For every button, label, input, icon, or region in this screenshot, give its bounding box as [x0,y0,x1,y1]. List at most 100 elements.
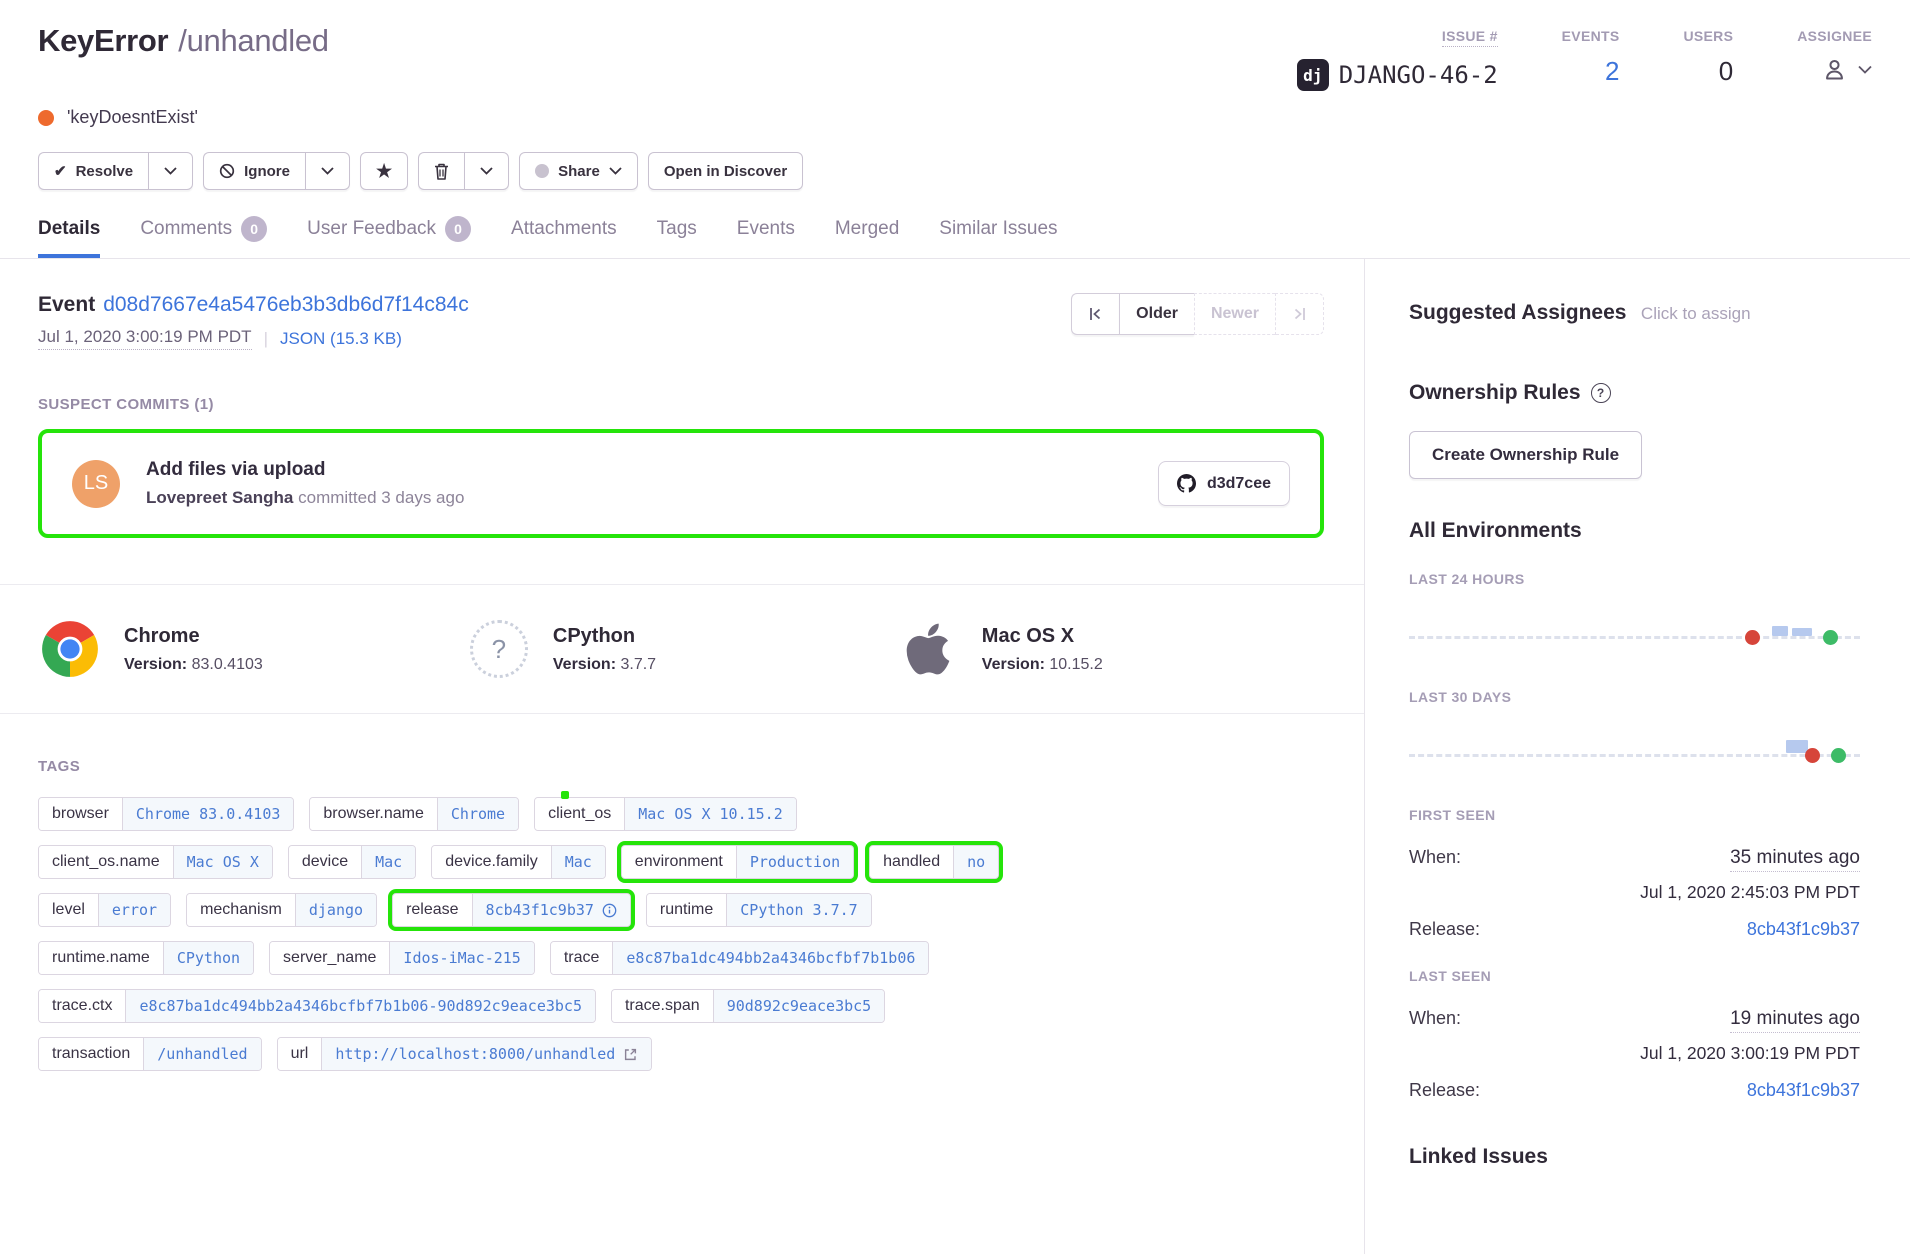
users-count[interactable]: 0 [1719,56,1733,87]
tag-key[interactable]: handled [870,846,953,878]
tag-key[interactable]: mechanism [187,894,295,926]
tag-key[interactable]: browser [39,798,122,830]
oldest-event-button[interactable] [1071,293,1119,335]
tag-key[interactable]: runtime [647,894,726,926]
star-icon: ★ [376,162,392,180]
os-name: Mac OS X [982,625,1103,648]
tag-value[interactable]: Chrome [437,798,518,830]
share-button[interactable]: Share [519,152,638,190]
first-seen-release-link[interactable]: 8cb43f1c9b37 [1747,919,1860,940]
tag-value[interactable]: e8c87ba1dc494bb2a4346bcfbf7b1b06-90d892c… [125,990,595,1022]
tag-device-family: device.familyMac [431,845,606,879]
tag-value[interactable]: /unhandled [143,1038,260,1070]
tab-events[interactable]: Events [737,216,795,258]
event-json-link[interactable]: JSON (15.3 KB) [280,329,402,349]
linked-issues-heading: Linked Issues [1409,1145,1860,1169]
browser-name: Chrome [124,625,263,648]
tag-value[interactable]: 8cb43f1c9b37 [472,894,630,926]
tag-value[interactable]: Chrome 83.0.4103 [122,798,294,830]
tab-details[interactable]: Details [38,216,100,258]
last-24-hours-sparkline [1409,587,1860,661]
stat-assignee: ASSIGNEE [1797,28,1872,91]
tag-value[interactable]: django [295,894,376,926]
tag-value[interactable]: CPython [163,942,253,974]
suggested-assignees-heading: Suggested Assignees [1409,301,1626,324]
tag-key[interactable]: server_name [270,942,389,974]
issue-header: KeyError/unhandled ISSUE # dj DJANGO-46-… [0,0,1910,259]
issue-sidebar: Suggested Assignees Click to assign Owne… [1365,259,1910,1254]
tag-key[interactable]: browser.name [310,798,437,830]
tag-key[interactable]: level [39,894,98,926]
tag-value[interactable]: http://localhost:8000/unhandled [321,1038,651,1070]
open-in-discover-button[interactable]: Open in Discover [648,152,803,190]
first-seen-relative-time: 35 minutes ago [1730,847,1860,872]
tag-value[interactable]: 90d892c9eace3bc5 [713,990,885,1022]
tag-url: urlhttp://localhost:8000/unhandled [277,1037,653,1071]
resolve-dropdown-button[interactable] [148,152,193,190]
resolve-button[interactable]: ✔ Resolve [38,152,148,190]
create-ownership-rule-button[interactable]: Create Ownership Rule [1409,431,1642,479]
last-24-hours-label: LAST 24 HOURS [1409,571,1860,587]
tag-value[interactable]: Mac OS X [173,846,272,878]
event-id-link[interactable]: d08d7667e4a5476eb3b3db6d7f14c84c [103,293,469,316]
tag-key[interactable]: url [278,1038,322,1070]
bookmark-button[interactable]: ★ [360,152,408,190]
older-event-button[interactable]: Older [1119,293,1194,335]
tag-value[interactable]: Mac OS X 10.15.2 [624,798,796,830]
tab-similar-issues[interactable]: Similar Issues [939,216,1057,258]
tag-key[interactable]: release [393,894,471,926]
tag-trace-ctx: trace.ctxe8c87ba1dc494bb2a4346bcfbf7b1b0… [38,989,596,1023]
event-label: Event [38,293,95,316]
tag-value[interactable]: Idos-iMac-215 [389,942,533,974]
ignore-dropdown-button[interactable] [305,152,350,190]
tab-tags[interactable]: Tags [657,216,697,258]
open-in-discover-label: Open in Discover [664,163,787,180]
tag-transaction: transaction/unhandled [38,1037,262,1071]
assignee-person-icon [1821,56,1848,83]
delete-dropdown-button[interactable] [464,152,509,190]
tag-key[interactable]: client_os.name [39,846,173,878]
tag-key[interactable]: device.family [432,846,550,878]
last-seen-release-link[interactable]: 8cb43f1c9b37 [1747,1080,1860,1101]
delete-button[interactable] [418,152,464,190]
ignore-button[interactable]: Ignore [203,152,305,190]
unknown-runtime-icon: ? [467,617,531,681]
last-seen-label: LAST SEEN [1409,968,1860,984]
sparkline-bar [1792,628,1812,636]
tag-value[interactable]: no [953,846,998,878]
events-count[interactable]: 2 [1605,56,1619,87]
tag-value[interactable]: Mac [551,846,605,878]
tag-key[interactable]: device [289,846,361,878]
os-version-label: Version: [982,656,1045,673]
tag-value[interactable]: CPython 3.7.7 [726,894,870,926]
help-icon[interactable]: ? [1591,383,1611,403]
chevron-down-icon [480,167,493,175]
tag-value[interactable]: Mac [361,846,415,878]
tag-key[interactable]: environment [622,846,736,878]
tag-value[interactable]: error [98,894,170,926]
newer-event-button[interactable]: Newer [1194,293,1275,335]
tag-key[interactable]: runtime.name [39,942,163,974]
tag-key[interactable]: trace.ctx [39,990,125,1022]
last-seen-date: Jul 1, 2020 3:00:19 PM PDT [1409,1043,1860,1064]
assignee-selector[interactable] [1821,56,1872,83]
tag-key[interactable]: trace.span [612,990,713,1022]
last-release-marker [1823,630,1838,645]
tag-browser-name: browser.nameChrome [309,797,519,831]
tag-value[interactable]: e8c87ba1dc494bb2a4346bcfbf7b1b06 [612,942,928,974]
tag-key[interactable]: client_os [535,798,624,830]
older-label: Older [1136,305,1178,323]
issue-actions: ✔ Resolve Ignore ★ [38,152,1872,190]
newest-event-button[interactable] [1275,293,1324,335]
tag-value[interactable]: Production [736,846,853,878]
tab-user-feedback[interactable]: User Feedback0 [307,216,471,258]
tag-key[interactable]: transaction [39,1038,143,1070]
newer-label: Newer [1211,305,1259,323]
tab-comments[interactable]: Comments0 [140,216,267,258]
tab-merged[interactable]: Merged [835,216,899,258]
tab-attachments[interactable]: Attachments [511,216,617,258]
tag-key[interactable]: trace [551,942,613,974]
commit-sha-button[interactable]: d3d7cee [1158,461,1290,506]
sparkline-baseline [1409,636,1860,639]
tab-tags-label: Tags [657,218,697,240]
